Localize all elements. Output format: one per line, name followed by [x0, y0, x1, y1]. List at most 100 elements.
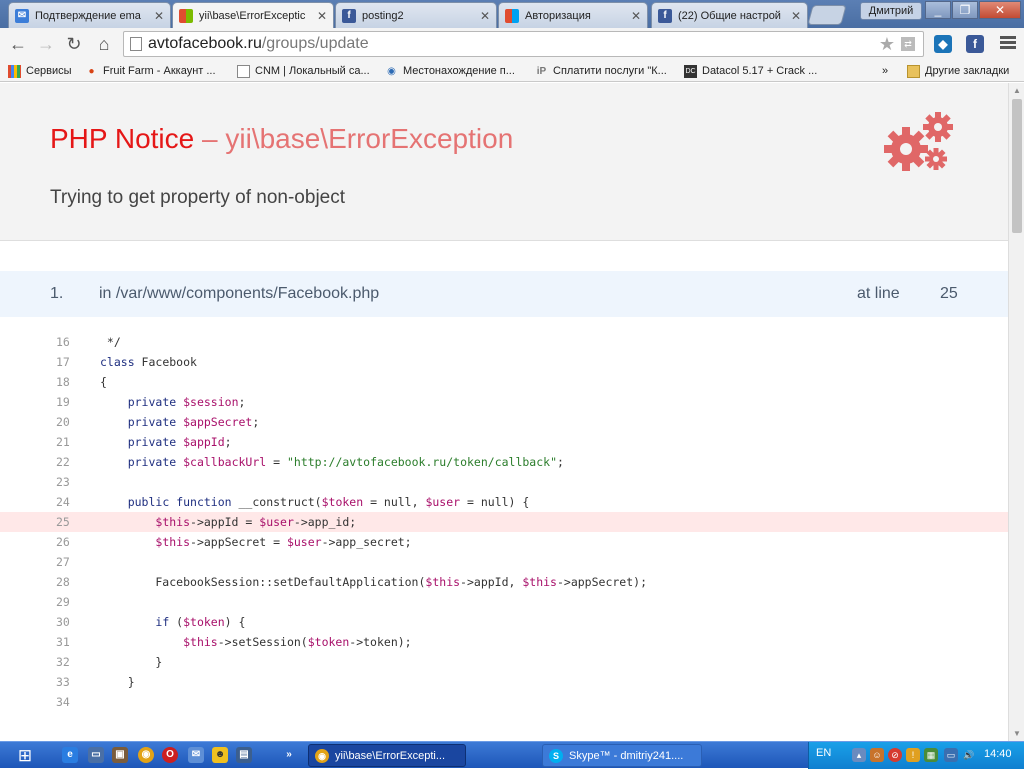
new-tab-button[interactable]	[807, 5, 847, 25]
line-number: 18	[56, 375, 70, 389]
bookmark-label: CNM | Локальный са...	[255, 65, 370, 77]
bookmark-location[interactable]: ◉ Местонахождение п...	[385, 63, 515, 79]
line-source: if ($token) {	[155, 615, 246, 629]
page-scrollbar[interactable]: ▲ ▼	[1008, 83, 1024, 741]
line-source: {	[100, 375, 107, 389]
code-line: 28 FacebookSession::setDefaultApplicatio…	[0, 572, 1008, 592]
tab-posting2[interactable]: f posting2 ✕	[335, 2, 497, 28]
line-source: class Facebook	[100, 355, 197, 369]
line-source: $this->appId = $user->app_id;	[155, 515, 357, 529]
scroll-up-icon[interactable]: ▲	[1012, 86, 1022, 95]
close-icon[interactable]: ✕	[317, 9, 327, 23]
line-source: */	[100, 335, 121, 349]
bookmark-label: Fruit Farm - Аккаунт ...	[103, 65, 216, 77]
facebook-icon: f	[342, 8, 356, 23]
code-line: 23	[0, 472, 1008, 492]
tray-arrow-icon[interactable]: ▴	[852, 748, 866, 762]
close-icon[interactable]: ✕	[631, 9, 641, 23]
taskbar-skype-window[interactable]: S Skype™ - dmitriy241....	[542, 744, 702, 767]
bookmark-services[interactable]: Сервисы	[8, 63, 72, 79]
line-source: private $callbackUrl = "http://avtofaceb…	[127, 455, 564, 469]
forward-icon[interactable]: →	[34, 32, 58, 56]
error-type: PHP Notice	[50, 123, 195, 154]
code-line: 21 private $appId;	[0, 432, 1008, 452]
code-line: 33 }	[0, 672, 1008, 692]
line-number: 20	[56, 415, 70, 429]
profile-button[interactable]: Дмитрий	[860, 2, 922, 20]
tray-monitor-icon[interactable]: ▭	[944, 748, 958, 762]
error-title: PHP Notice – yii\base\ErrorException	[50, 123, 513, 155]
bookmark-cnm[interactable]: CNM | Локальный са...	[237, 63, 370, 79]
facebook-extension-icon[interactable]: f	[966, 35, 984, 53]
code-line: 26 $this->appSecret = $user->app_secret;	[0, 532, 1008, 552]
close-window-button[interactable]: ✕	[979, 1, 1021, 19]
taskbar-chrome-window[interactable]: ◉ yii\base\ErrorExcepti...	[308, 744, 466, 767]
error-header: PHP Notice – yii\base\ErrorException Try…	[0, 83, 1008, 241]
tray-block-icon[interactable]: ⊘	[888, 748, 902, 762]
line-source: $this->appSecret = $user->app_secret;	[155, 535, 412, 549]
bookmark-label: Datacol 5.17 + Crack ...	[702, 65, 818, 77]
code-snippet: 16 */ 17 class Facebook 18 {19 private $sess…	[0, 332, 1008, 712]
translate-icon[interactable]: ⇄	[901, 37, 915, 51]
back-icon[interactable]: ←	[6, 32, 30, 56]
bookmark-fruit-farm[interactable]: ● Fruit Farm - Аккаунт ...	[85, 63, 216, 79]
task-label: yii\base\ErrorExcepti...	[335, 749, 446, 762]
line-number: 17	[56, 355, 70, 369]
tab-authorization[interactable]: Авторизация ✕	[498, 2, 648, 28]
start-button[interactable]: ⊞	[2, 744, 48, 767]
close-icon[interactable]: ✕	[154, 9, 164, 23]
more-bookmarks-button[interactable]: »	[882, 63, 888, 79]
bookmark-star-icon[interactable]: ★	[879, 32, 895, 56]
line-number: 27	[56, 555, 70, 569]
bookmark-datacol[interactable]: DC Datacol 5.17 + Crack ...	[684, 63, 817, 79]
fruit-icon: ●	[88, 65, 95, 77]
home-icon[interactable]: ⌂	[92, 32, 116, 56]
address-bar[interactable]: avtofacebook.ru/groups/update ★ ⇄	[123, 31, 924, 57]
page-icon	[237, 64, 250, 78]
scroll-down-icon[interactable]: ▼	[1012, 729, 1022, 738]
bookmark-pay-services[interactable]: iP Сплатити послуги "К...	[535, 63, 667, 79]
minimize-button[interactable]: _	[925, 1, 951, 19]
ip-icon: iP	[536, 65, 547, 77]
chrome-icon[interactable]: ◉	[138, 747, 154, 763]
line-number: 34	[56, 695, 70, 709]
opera-icon[interactable]: O	[162, 747, 178, 763]
desktop-icon[interactable]: ▭	[88, 747, 104, 763]
menu-icon[interactable]	[1000, 34, 1016, 54]
mail-client-icon[interactable]: ✉	[188, 747, 204, 763]
tray-fox-icon[interactable]: ☺	[870, 748, 884, 762]
tab-email-confirmation[interactable]: ✉ Подтверждение ema ✕	[8, 2, 171, 28]
line-source: }	[100, 675, 135, 689]
code-line: 17 class Facebook	[0, 352, 1008, 372]
close-icon[interactable]: ✕	[791, 9, 801, 23]
code-line: 16 */	[0, 332, 1008, 352]
tab-title: Авторизация	[525, 9, 591, 22]
apps-icon	[8, 64, 21, 78]
language-indicator[interactable]: EN	[816, 747, 831, 759]
reload-icon[interactable]: ↻	[62, 32, 86, 56]
window-icon[interactable]: ▤	[236, 747, 252, 763]
messenger-icon[interactable]: ☻	[212, 747, 228, 763]
tray-network-icon[interactable]: ▦	[924, 748, 938, 762]
bookmark-label: Другие закладки	[925, 65, 1010, 77]
line-number: 31	[56, 635, 70, 649]
line-source: private $session;	[127, 395, 246, 409]
call-stack-number: 1.	[50, 285, 64, 302]
other-bookmarks-folder[interactable]: Другие закладки	[907, 63, 1009, 79]
extension-cube-icon[interactable]: ◆	[934, 35, 952, 53]
app-cube-icon[interactable]: ▣	[112, 747, 128, 763]
volume-icon[interactable]: 🔊	[962, 748, 976, 762]
close-icon[interactable]: ✕	[480, 9, 490, 23]
clock[interactable]: 14:40	[984, 748, 1012, 760]
call-stack-item[interactable]: 1. in /var/www/components/Facebook.php a…	[0, 271, 1008, 317]
tab-error-exception[interactable]: yii\base\ErrorExceptic ✕	[172, 2, 334, 28]
tray-warning-icon[interactable]: !	[906, 748, 920, 762]
line-number: 25	[56, 515, 70, 529]
code-line: 18 {	[0, 372, 1008, 392]
quicklaunch-more-button[interactable]: »	[281, 747, 297, 763]
tab-general-settings[interactable]: f (22) Общие настрой ✕	[651, 2, 808, 28]
scrollbar-thumb[interactable]	[1012, 99, 1022, 233]
maximize-button[interactable]: ❐	[952, 1, 978, 19]
ie-icon[interactable]: e	[62, 747, 78, 763]
call-stack-line: 25	[940, 285, 958, 302]
